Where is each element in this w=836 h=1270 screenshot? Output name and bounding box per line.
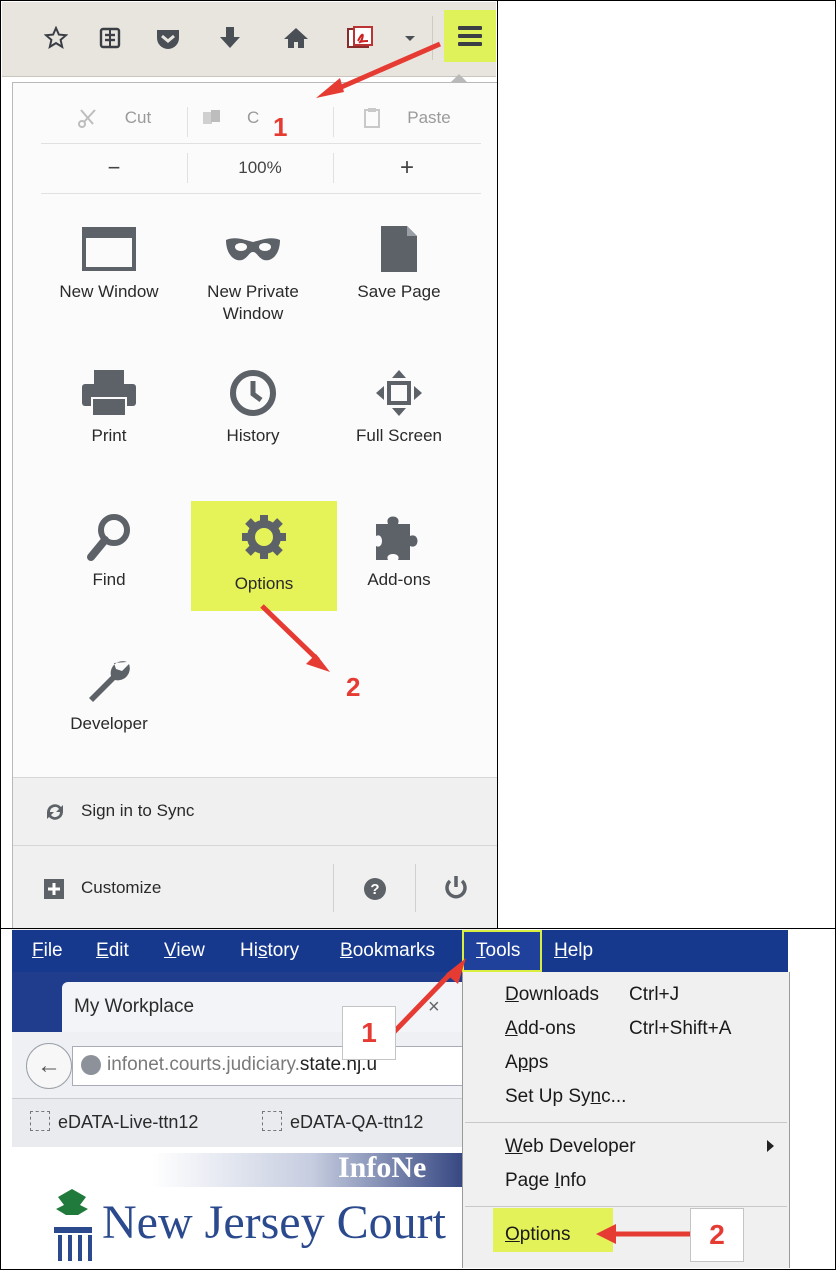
frame-divider: [0, 928, 836, 929]
step-2-number: 2: [709, 1219, 725, 1250]
top-frame: [0, 0, 498, 929]
step-1-number: 1: [361, 1017, 377, 1048]
step-2-callout: 2: [690, 1208, 744, 1262]
step-1-callout: 1: [342, 1006, 396, 1060]
